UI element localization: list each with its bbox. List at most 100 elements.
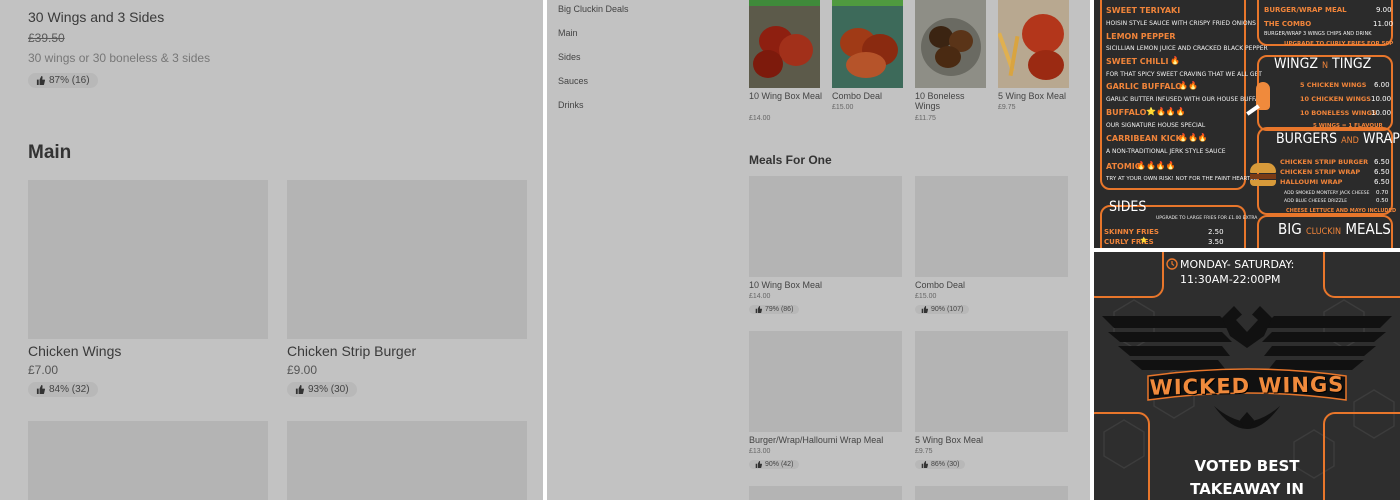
voted-line-2: TAKEAWAY IN bbox=[1190, 480, 1304, 498]
side-price: 2.50 bbox=[1208, 228, 1224, 236]
upgrade-note: UPGRADE TO CURLY FRIES FOR 50P bbox=[1284, 41, 1394, 47]
thumbs-up-icon bbox=[921, 306, 928, 313]
restaurant-menu-panel-middle: Big Cluckin Deals Main Sides Sauces Drin… bbox=[547, 0, 1090, 500]
sauce-desc: OUR SIGNATURE HOUSE SPECIAL bbox=[1106, 122, 1206, 129]
item-image-placeholder[interactable] bbox=[28, 180, 268, 339]
rating-value: 87% (16) bbox=[49, 75, 90, 86]
meal-name: BURGER/WRAP MEAL bbox=[1264, 6, 1347, 14]
sides-heading: SIDES bbox=[1109, 199, 1147, 215]
rating-value: 86% (30) bbox=[931, 461, 960, 468]
item-title[interactable]: Combo Deal bbox=[832, 91, 907, 101]
meal-price: 9.00 bbox=[1376, 6, 1392, 14]
burgers-heading: BURGERS AND WRAPS bbox=[1276, 131, 1400, 147]
sauce-name: CARRIBEAN KICK bbox=[1106, 134, 1182, 143]
food-photo[interactable] bbox=[749, 0, 820, 88]
item-price: £9.75 bbox=[915, 448, 933, 455]
meal-price: 11.00 bbox=[1373, 20, 1394, 28]
wing-price: 10.00 bbox=[1371, 109, 1392, 117]
item-image-placeholder[interactable] bbox=[287, 180, 527, 339]
restaurant-menu-panel-left: 30 Wings and 3 Sides £39.50 30 wings or … bbox=[0, 0, 543, 500]
sauce-desc: FOR THAT SPICY SWEET CRAVING THAT WE ALL… bbox=[1106, 71, 1262, 78]
nav-item-big-cluckin-deals[interactable]: Big Cluckin Deals bbox=[558, 4, 629, 14]
star-flame-icons: ⭐🔥🔥🔥 bbox=[1146, 107, 1186, 116]
rating-value: 93% (30) bbox=[308, 384, 349, 395]
clock-icon bbox=[1166, 258, 1178, 270]
burger-price: 6.50 bbox=[1374, 178, 1390, 186]
wingz-tingz: TINGZ bbox=[1332, 56, 1372, 72]
star-icon: ⭐ bbox=[1140, 237, 1148, 244]
rating-badge: 90% (107) bbox=[915, 305, 970, 314]
thumbs-up-icon bbox=[921, 461, 928, 468]
item-title[interactable]: Chicken Wings bbox=[28, 343, 121, 359]
item-title[interactable]: 10 Wing Box Meal bbox=[749, 91, 824, 101]
nav-item-sides[interactable]: Sides bbox=[558, 52, 581, 62]
promo-flyer-image: MONDAY- SATURDAY: 11:30AM-22:00PM WICKED… bbox=[1094, 252, 1400, 500]
side-name: SKINNY FRIES bbox=[1104, 228, 1159, 236]
sauce-name: SWEET TERIYAKI bbox=[1106, 6, 1181, 15]
item-title[interactable]: Burger/Wrap/Halloumi Wrap Meal bbox=[749, 435, 883, 445]
nav-item-main[interactable]: Main bbox=[558, 28, 578, 38]
item-image-placeholder[interactable] bbox=[749, 331, 902, 432]
item-image-placeholder[interactable] bbox=[749, 486, 902, 500]
item-title[interactable]: Chicken Strip Burger bbox=[287, 343, 416, 359]
item-price: £15.00 bbox=[915, 293, 937, 300]
thumbs-up-icon bbox=[295, 385, 304, 394]
burgers-wraps: WRAPS bbox=[1362, 131, 1400, 147]
item-title[interactable]: 10 Wing Box Meal bbox=[749, 280, 822, 290]
section-heading-main: Main bbox=[28, 142, 72, 163]
food-photo[interactable] bbox=[832, 0, 903, 88]
rating-value: 84% (32) bbox=[49, 384, 90, 395]
item-title[interactable]: 5 Wing Box Meal bbox=[998, 91, 1073, 101]
item-price: £14.00 bbox=[749, 115, 771, 122]
rating-value: 90% (107) bbox=[931, 306, 964, 313]
item-image-placeholder[interactable] bbox=[915, 176, 1068, 277]
item-title[interactable]: Combo Deal bbox=[915, 280, 965, 290]
item-image-placeholder[interactable] bbox=[915, 331, 1068, 432]
item-title[interactable]: 10 Boneless Wings bbox=[915, 91, 975, 111]
item-image-placeholder[interactable] bbox=[287, 421, 527, 500]
burger-name: CHICKEN STRIP WRAP bbox=[1280, 168, 1361, 176]
voted-line-1: VOTED BEST bbox=[1194, 457, 1300, 475]
brand-name: WICKED WINGS bbox=[1149, 372, 1345, 400]
thumbs-up-icon bbox=[755, 306, 762, 313]
rating-value: 79% (86) bbox=[765, 306, 794, 313]
sauce-name: SWEET CHILLI bbox=[1106, 57, 1169, 66]
rating-badge: 93% (30) bbox=[287, 382, 357, 397]
item-image-placeholder[interactable] bbox=[749, 176, 902, 277]
wing-name: 5 CHICKEN WINGS bbox=[1300, 81, 1367, 89]
thumbs-up-icon bbox=[755, 461, 762, 468]
item-price: £9.75 bbox=[998, 104, 1016, 111]
big-cluckin: CLUCKIN bbox=[1306, 227, 1342, 237]
corner-frame bbox=[1323, 252, 1400, 298]
flame-icon: 🔥🔥 bbox=[1178, 81, 1198, 90]
item-image-placeholder[interactable] bbox=[915, 486, 1068, 500]
nav-item-sauces[interactable]: Sauces bbox=[558, 76, 588, 86]
sauce-name: BUFFALO bbox=[1106, 108, 1147, 117]
sauce-desc: A NON-TRADITIONAL JERK STYLE SAUCE bbox=[1106, 148, 1226, 155]
corner-frame bbox=[1094, 252, 1164, 298]
rating-value: 90% (42) bbox=[765, 461, 794, 468]
rating-badge: 87% (16) bbox=[28, 73, 98, 88]
wing-price: 10.00 bbox=[1371, 95, 1392, 103]
nav-item-drinks[interactable]: Drinks bbox=[558, 100, 584, 110]
sauce-desc: SICILLIAN LEMON JUICE AND CRACKED BLACK … bbox=[1106, 45, 1268, 52]
burger-price: 6.50 bbox=[1374, 168, 1390, 176]
hours-days: MONDAY- SATURDAY: bbox=[1180, 258, 1295, 271]
burger-name: CHICKEN STRIP BURGER bbox=[1280, 158, 1369, 166]
menu-board-image: SWEET TERIYAKI HOISIN STYLE SAUCE WITH C… bbox=[1094, 0, 1400, 248]
item-image-placeholder[interactable] bbox=[28, 421, 268, 500]
addon-price: 0.70 bbox=[1376, 190, 1389, 196]
food-photo[interactable] bbox=[915, 0, 986, 88]
item-title[interactable]: 30 Wings and 3 Sides bbox=[28, 9, 164, 25]
big-meals: MEALS bbox=[1345, 220, 1391, 238]
meal-name: THE COMBO bbox=[1264, 20, 1312, 28]
big-meals-heading: BIG CLUCKIN MEALS bbox=[1278, 220, 1391, 238]
included-note: CHEESE LETTUCE AND MAYO INCLUDED bbox=[1286, 208, 1397, 214]
food-photo[interactable] bbox=[998, 0, 1069, 88]
rating-badge: 79% (86) bbox=[749, 305, 800, 314]
burgers-and: AND bbox=[1341, 136, 1359, 146]
item-title[interactable]: 5 Wing Box Meal bbox=[915, 435, 983, 445]
big-title: BIG bbox=[1278, 220, 1302, 238]
opening-hours: MONDAY- SATURDAY: 11:30AM-22:00PM bbox=[1180, 257, 1294, 287]
rating-badge: 90% (42) bbox=[749, 460, 800, 469]
